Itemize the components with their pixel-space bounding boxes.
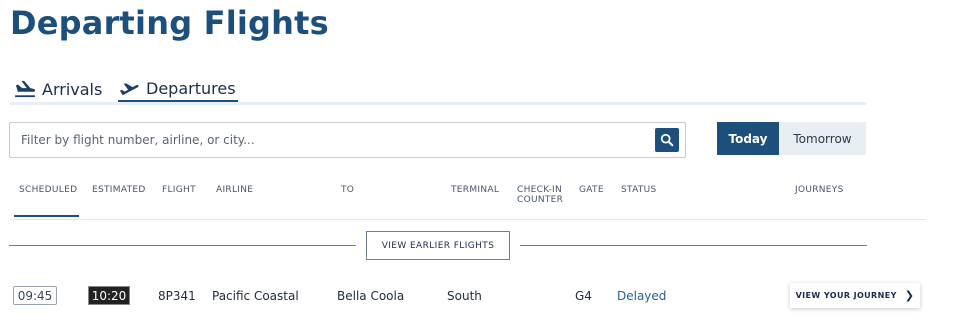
earlier-divider-right — [520, 245, 867, 246]
plane-takeoff-icon — [120, 83, 139, 96]
header-divider — [10, 219, 926, 220]
view-earlier-flights-button[interactable]: VIEW EARLIER FLIGHTS — [366, 231, 510, 260]
column-header-to: TO — [341, 185, 355, 195]
search-box — [9, 122, 686, 158]
column-header-airline: AIRLINE — [216, 185, 254, 195]
tab-arrivals[interactable]: Arrivals — [14, 76, 118, 102]
column-header-scheduled[interactable]: SCHEDULED — [19, 185, 77, 195]
estimated-time: 10:20 — [88, 286, 130, 305]
today-button[interactable]: Today — [717, 122, 779, 155]
active-sort-indicator — [14, 215, 79, 217]
view-journey-button[interactable]: VIEW YOUR JOURNEY ❯ — [790, 283, 920, 308]
column-header-status: STATUS — [621, 185, 657, 195]
gate: G4 — [575, 289, 592, 303]
plane-landing-icon — [15, 80, 36, 98]
column-header-checkin: CHECK-IN COUNTER — [517, 185, 564, 205]
column-header-estimated: ESTIMATED — [92, 185, 146, 195]
flight-tabs: Arrivals Departures — [14, 76, 238, 102]
search-button[interactable] — [655, 128, 679, 152]
tab-departures[interactable]: Departures — [118, 76, 238, 102]
tabs-divider — [10, 102, 866, 105]
column-header-journeys: JOURNEYS — [795, 185, 844, 195]
tab-departures-label: Departures — [146, 78, 236, 98]
terminal: South — [447, 289, 482, 303]
flight-number: 8P341 — [158, 289, 196, 303]
tab-arrivals-label: Arrivals — [42, 79, 103, 99]
column-header-gate: GATE — [579, 185, 604, 195]
status-badge: Delayed — [617, 289, 667, 303]
view-journey-label: VIEW YOUR JOURNEY — [795, 291, 897, 300]
scheduled-time: 09:45 — [13, 286, 57, 305]
airline-name: Pacific Coastal — [212, 289, 299, 303]
search-input[interactable] — [10, 123, 650, 157]
tomorrow-button[interactable]: Tomorrow — [779, 122, 866, 155]
search-icon — [660, 133, 674, 147]
column-header-terminal: TERMINAL — [451, 185, 500, 195]
day-toggle: Today Tomorrow — [717, 122, 866, 155]
column-header-flight: FLIGHT — [162, 185, 196, 195]
earlier-divider-left — [9, 245, 356, 246]
destination: Bella Coola — [337, 289, 405, 303]
page-title: Departing Flights — [10, 4, 329, 42]
chevron-right-icon: ❯ — [904, 289, 915, 302]
